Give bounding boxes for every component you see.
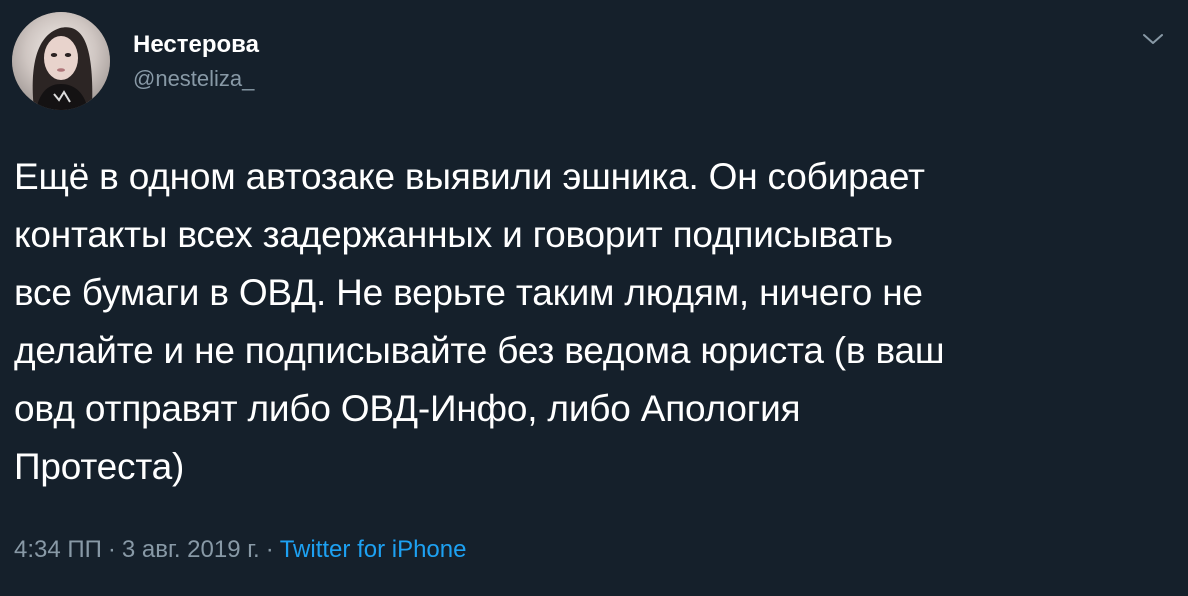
user-info: Нестерова @nesteliza_ — [133, 30, 259, 94]
display-name[interactable]: Нестерова — [133, 30, 259, 60]
meta-separator: · — [107, 536, 116, 563]
avatar[interactable] — [12, 12, 110, 110]
user-handle[interactable]: @nesteliza_ — [133, 64, 259, 94]
tweet-source-link[interactable]: Twitter for iPhone — [280, 536, 467, 563]
avatar-image — [12, 12, 110, 110]
tweet-time[interactable]: 4:34 ПП — [14, 536, 102, 563]
tweet-date[interactable]: 3 авг. 2019 г. — [122, 536, 260, 563]
tweet-meta: 4:34 ПП · 3 авг. 2019 г. · Twitter for iPhon… — [14, 532, 466, 568]
chevron-down-icon[interactable] — [1138, 24, 1168, 54]
meta-separator: · — [265, 536, 274, 563]
tweet-text: Ещё в одном автозаке выявили эшника. Он … — [14, 156, 945, 487]
tweet-card: Нестерова @nesteliza_ Ещё в одном автоза… — [0, 0, 1188, 596]
